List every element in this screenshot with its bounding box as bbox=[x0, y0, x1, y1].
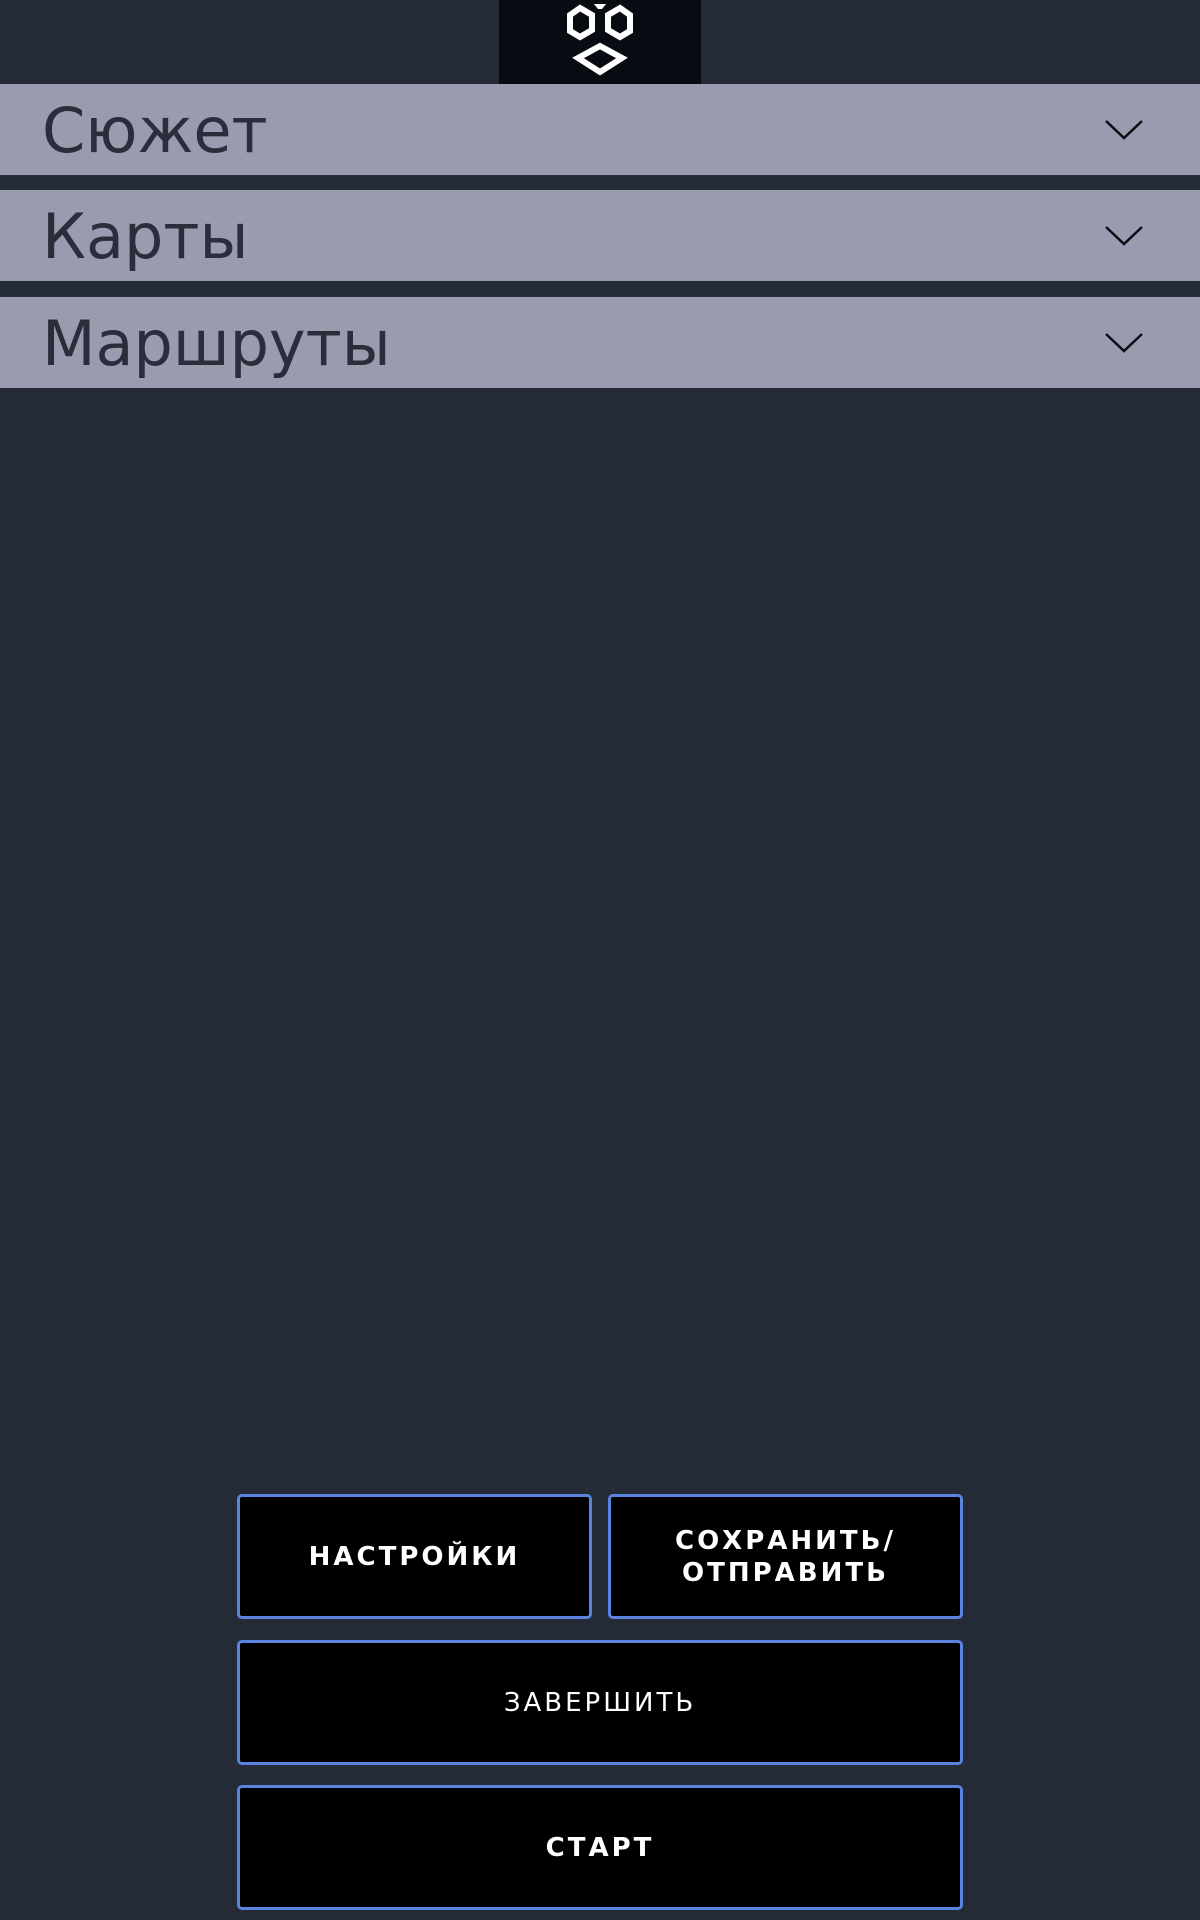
accordion-maps[interactable]: Карты bbox=[0, 190, 1200, 281]
settings-button[interactable]: НАСТРОЙКИ bbox=[237, 1494, 592, 1619]
accordion-routes[interactable]: Маршруты bbox=[0, 297, 1200, 388]
app-screen: Сюжет Карты Маршруты НАСТРОЙКИ СОХРАНИТЬ… bbox=[0, 0, 1200, 1920]
chevron-down-icon bbox=[1105, 119, 1143, 140]
accordion-plot[interactable]: Сюжет bbox=[0, 84, 1200, 175]
save-send-button[interactable]: СОХРАНИТЬ/ ОТПРАВИТЬ bbox=[608, 1494, 963, 1619]
chevron-down-icon bbox=[1105, 332, 1143, 353]
chevron-down-icon bbox=[1105, 225, 1143, 246]
finish-button[interactable]: ЗАВЕРШИТЬ bbox=[237, 1640, 963, 1765]
hexagon-cube-logo-icon bbox=[567, 4, 633, 76]
accordion-plot-label: Сюжет bbox=[42, 93, 268, 167]
start-button[interactable]: СТАРТ bbox=[237, 1785, 963, 1910]
accordion-maps-label: Карты bbox=[42, 199, 249, 273]
logo-tab bbox=[499, 0, 701, 84]
accordion-routes-label: Маршруты bbox=[42, 306, 391, 380]
